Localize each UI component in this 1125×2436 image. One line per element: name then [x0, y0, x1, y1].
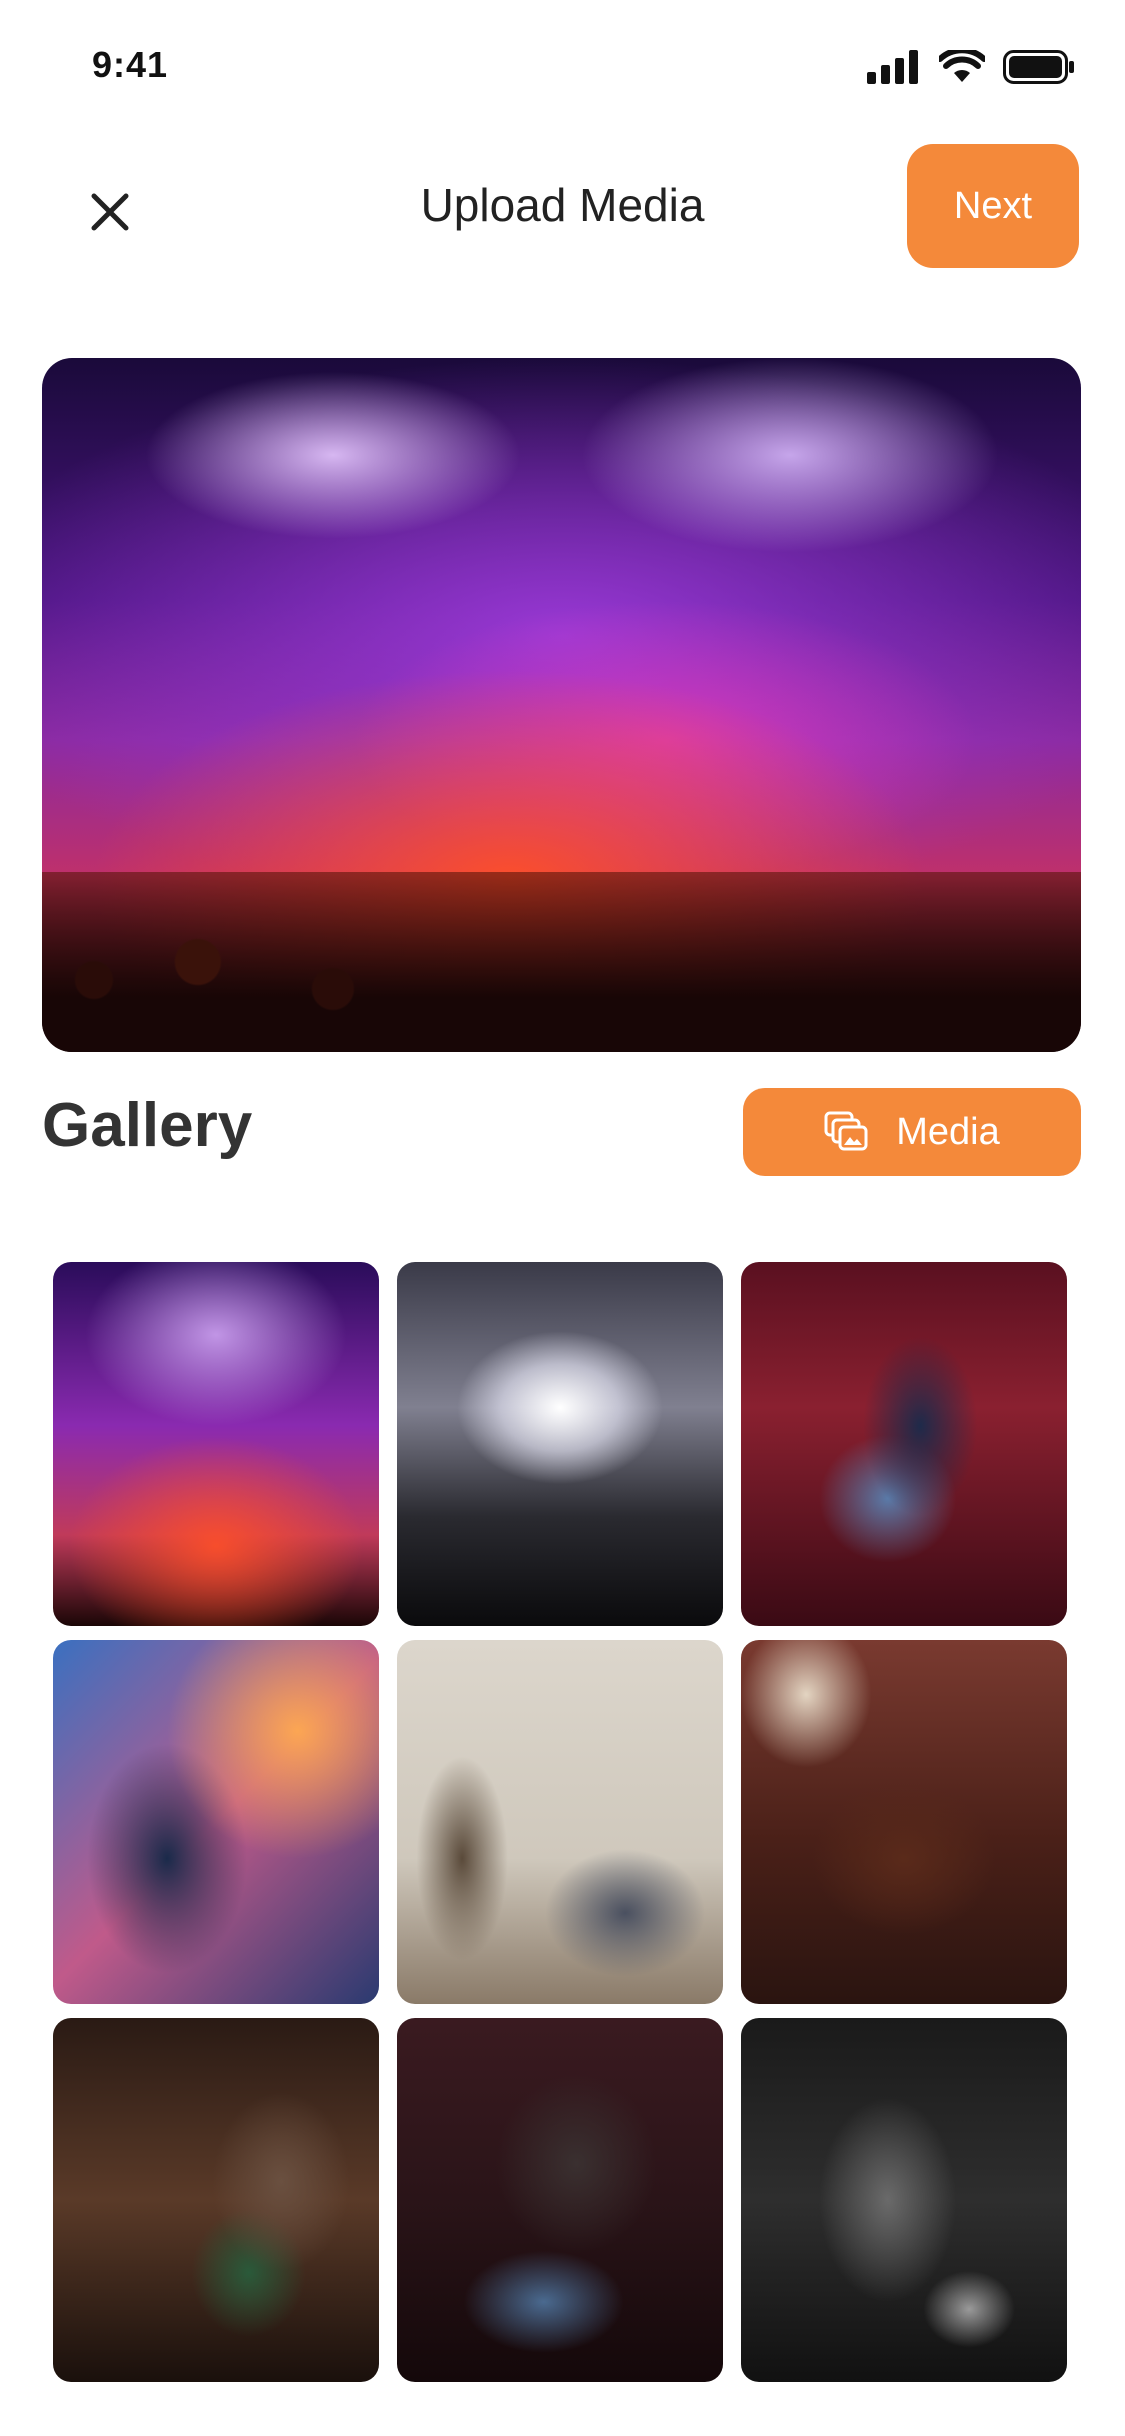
media-button-label: Media	[896, 1110, 1000, 1153]
gallery-thumb-concert-white-burst[interactable]	[397, 1262, 723, 1626]
battery-icon	[1003, 50, 1074, 84]
gallery-thumb-concert-purple-lights[interactable]	[53, 1262, 379, 1626]
gallery-thumb-guitarist-monochrome[interactable]	[741, 2018, 1067, 2382]
gallery-thumb-singer-guitar-dark[interactable]	[397, 2018, 723, 2382]
status-bar: 9:41	[0, 0, 1125, 130]
next-button[interactable]: Next	[907, 144, 1079, 268]
selected-media-preview	[42, 358, 1081, 1052]
gallery-thumb-guitarist-red-stage[interactable]	[741, 1262, 1067, 1626]
media-stack-icon	[824, 1111, 868, 1151]
gallery-title: Gallery	[42, 1091, 253, 1160]
gallery-thumb-singer-microphone[interactable]	[53, 1640, 379, 2004]
gallery-thumb-acoustic-living-room[interactable]	[397, 1640, 723, 2004]
status-icons	[867, 50, 1075, 84]
cellular-signal-icon	[867, 50, 918, 84]
hero-crowd-overlay	[42, 871, 1081, 1052]
gallery-thumb-band-cozy-room[interactable]	[741, 1640, 1067, 2004]
gallery-grid	[53, 1262, 1068, 2382]
header: Upload Media Next	[0, 140, 1125, 270]
wifi-icon	[939, 50, 985, 82]
status-time: 9:41	[92, 44, 169, 85]
media-button[interactable]: Media	[743, 1088, 1081, 1176]
gallery-thumb-singer-guitar-band[interactable]	[53, 2018, 379, 2382]
